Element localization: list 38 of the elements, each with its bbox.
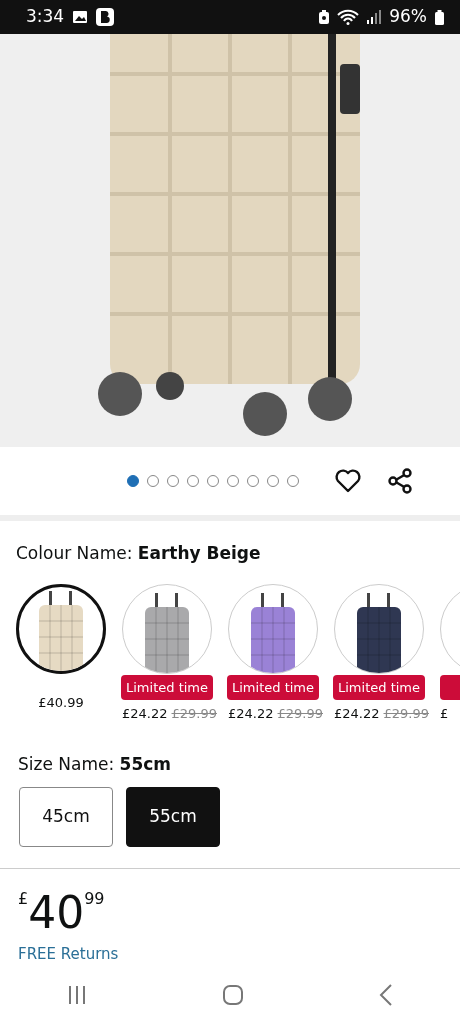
battery-percent: 96%: [389, 5, 427, 29]
signal-icon: [367, 10, 382, 24]
carousel-dot[interactable]: [287, 475, 299, 487]
carousel-dot[interactable]: [267, 475, 279, 487]
swatch-price: £24.22: [228, 705, 274, 723]
limited-time-badge: Limited time: [121, 674, 213, 700]
carousel-dot[interactable]: [147, 475, 159, 487]
carousel-dot[interactable]: [187, 475, 199, 487]
carousel-dot[interactable]: [127, 475, 139, 487]
carousel-dot[interactable]: [247, 475, 259, 487]
was-price: £29.99: [277, 705, 323, 723]
wifi-icon: [337, 9, 360, 25]
heart-icon[interactable]: [335, 469, 361, 493]
swatch-price: £40.99: [38, 693, 84, 712]
size-option[interactable]: 55cm: [126, 787, 220, 847]
limited-time-badge: Limited time: [227, 674, 319, 700]
recent-apps-icon[interactable]: [67, 985, 88, 1005]
back-icon[interactable]: [378, 984, 393, 1006]
notification-icon: [96, 8, 115, 26]
size-label: Size Name: 55cm: [18, 752, 173, 776]
swatch-price: £24.22: [122, 705, 168, 723]
battery-icon: [435, 9, 444, 25]
colour-label: Colour Name: Earthy Beige: [15, 542, 262, 565]
carousel-dot[interactable]: [167, 475, 179, 487]
size-option[interactable]: 45cm: [19, 787, 113, 847]
was-price: £29.99: [383, 705, 429, 723]
carousel-dot[interactable]: [207, 475, 219, 487]
home-icon[interactable]: [222, 984, 244, 1006]
share-icon[interactable]: [387, 468, 413, 494]
returns-link[interactable]: FREE Returns: [18, 943, 119, 966]
carousel-dot[interactable]: [227, 475, 239, 487]
was-price: £29.99: [171, 705, 217, 723]
swatch-price: £24.22: [334, 705, 380, 723]
status-time: 3:34: [26, 5, 65, 29]
limited-time-badge: Limited time: [333, 674, 425, 700]
battery-saver-icon: [319, 10, 330, 24]
image-icon: [72, 10, 89, 24]
swatch-price: £: [440, 704, 449, 723]
